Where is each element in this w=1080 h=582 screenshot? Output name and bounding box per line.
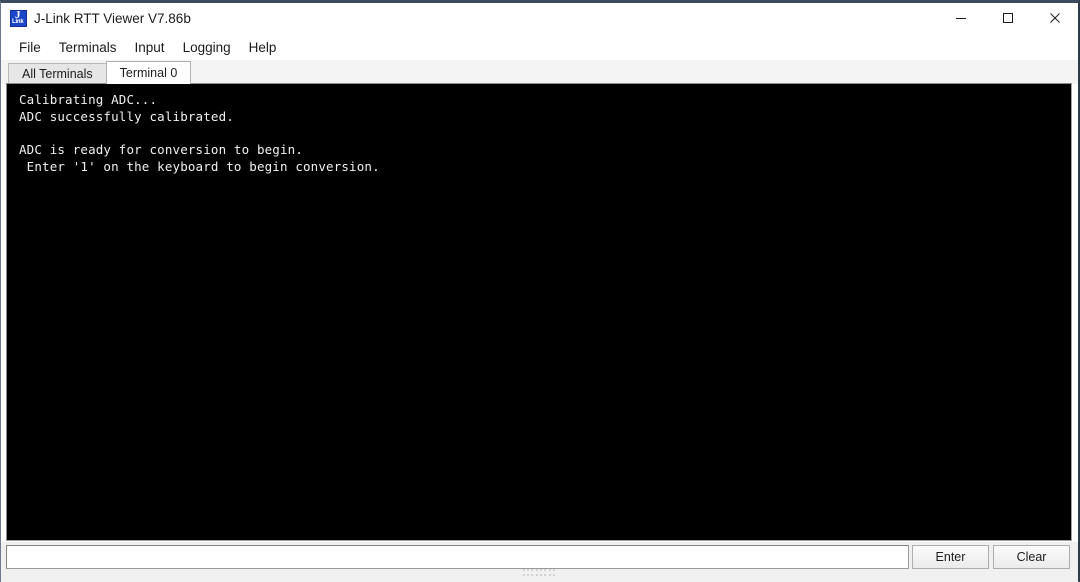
app-window: J Link J-Link RTT Viewer V7.86b File Ter…	[0, 0, 1080, 582]
menu-bar: File Terminals Input Logging Help	[1, 34, 1078, 60]
menu-item-help[interactable]: Help	[240, 37, 286, 58]
grip-dot	[522, 569, 525, 571]
grip-dot	[553, 573, 556, 576]
grip-dot	[548, 569, 551, 571]
close-button[interactable]	[1031, 3, 1078, 33]
grip-dot	[540, 569, 542, 571]
menu-item-input[interactable]: Input	[126, 37, 174, 58]
terminal-output-text: Calibrating ADC... ADC successfully cali…	[19, 92, 380, 175]
splitter-grip[interactable]	[522, 569, 557, 577]
minimize-button[interactable]	[937, 3, 984, 33]
menu-item-file[interactable]: File	[10, 37, 50, 58]
window-title: J-Link RTT Viewer V7.86b	[34, 11, 191, 26]
grip-dot	[531, 573, 534, 576]
terminal-output-panel[interactable]: Calibrating ADC... ADC successfully cali…	[6, 83, 1072, 541]
grip-dot	[526, 569, 529, 571]
title-bar[interactable]: J Link J-Link RTT Viewer V7.86b	[1, 3, 1078, 33]
close-icon	[1049, 12, 1061, 24]
grip-dot	[535, 569, 538, 571]
clear-button[interactable]: Clear	[993, 545, 1070, 569]
grip-dot	[531, 569, 534, 571]
maximize-button[interactable]	[984, 3, 1031, 33]
grip-dot	[548, 573, 551, 576]
grip-dot	[526, 573, 529, 576]
grip-dot	[522, 573, 525, 576]
grip-dot	[553, 569, 556, 571]
maximize-icon	[1002, 12, 1014, 24]
jlink-logo-icon: J Link	[10, 10, 27, 27]
command-input[interactable]	[6, 545, 909, 569]
enter-button[interactable]: Enter	[912, 545, 989, 569]
grip-dot	[544, 573, 547, 576]
grip-dot	[540, 573, 542, 576]
menu-item-logging[interactable]: Logging	[174, 37, 240, 58]
tab-list: All Terminals Terminal 0	[8, 61, 192, 84]
tab-terminal-0[interactable]: Terminal 0	[105, 61, 192, 84]
minimize-icon	[955, 12, 967, 24]
grip-dot	[535, 573, 538, 576]
jlink-logo-link-glyph: Link	[12, 19, 24, 25]
grip-dot	[544, 569, 547, 571]
tab-all-terminals[interactable]: All Terminals	[8, 63, 107, 84]
window-controls	[937, 3, 1078, 33]
tab-strip: All Terminals Terminal 0	[1, 60, 1078, 84]
menu-item-terminals[interactable]: Terminals	[50, 37, 126, 58]
